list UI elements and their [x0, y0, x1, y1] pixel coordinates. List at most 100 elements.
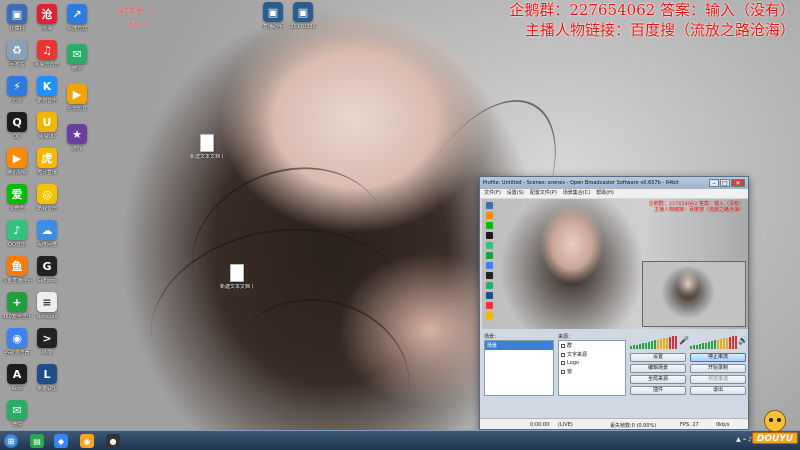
microphone-icon[interactable]: 🎤: [679, 336, 689, 345]
app-icon: 鱼: [7, 256, 27, 276]
taskbar-app-icon[interactable]: ◉: [80, 434, 94, 448]
desktop-icon[interactable]: 鱼斗鱼直播伴侣: [0, 256, 34, 284]
desktop-icon[interactable]: ◉ 谷歌浏览器: [0, 328, 34, 356]
desktop-icon[interactable]: ✉ 微信: [0, 400, 34, 428]
desktop-icon-label: 快捷方式: [66, 26, 87, 32]
banner-line-2: 主播人物链接：百度搜（流放之路沧海）: [524, 21, 795, 39]
source-item[interactable]: 窗: [559, 367, 625, 376]
taskbar-app-icon[interactable]: ▤: [30, 434, 44, 448]
stream-time: 0:00:00: [530, 422, 550, 428]
obs-title-bar[interactable]: Profile: Untitled - Scenes: scenes - Ope…: [480, 177, 748, 189]
preview-stream-button[interactable]: 预览串流: [690, 375, 746, 384]
system-tray[interactable]: ▲ ⌁ ♪: [736, 436, 752, 443]
cache-data-label: 缓存数据：0: [118, 8, 152, 15]
scene-item[interactable]: 场景: [485, 341, 553, 350]
text-file-icon[interactable]: 新建文本文档 (2): [220, 264, 254, 290]
obs-menu-bar: 文件(F) 设置(S) 配置文件(P) 场景集合(C) 帮助(H): [480, 189, 748, 198]
obs-window[interactable]: Profile: Untitled - Scenes: scenes - Ope…: [479, 176, 749, 430]
douyu-mascot-icon: [764, 410, 786, 432]
desktop-icon[interactable]: A Aion: [0, 364, 34, 392]
checkbox-icon[interactable]: [561, 360, 565, 365]
app-icon: ✉: [67, 44, 87, 64]
minimize-button[interactable]: –: [709, 179, 719, 187]
checkbox-icon[interactable]: [561, 369, 565, 374]
exit-button[interactable]: 退出: [690, 386, 746, 395]
plugins-button[interactable]: 插件: [630, 386, 686, 395]
desktop-icon-label: 酷我音乐: [36, 206, 57, 212]
desktop-icon[interactable]: ▶ 腾讯视频: [0, 148, 34, 176]
menu-settings[interactable]: 设置(S): [507, 189, 524, 198]
stop-stream-button[interactable]: 停止串流: [690, 353, 746, 362]
preview-banner: 企鹅群：227654062 答案：输入（没有） 主播人物链接：百度搜（流放之路沧…: [648, 201, 744, 213]
desktop-icon[interactable]: Q QQ: [0, 112, 34, 140]
desktop-icon[interactable]: K 酷狗音乐: [30, 76, 64, 104]
app-icon: >: [37, 328, 57, 348]
document-icon: [230, 264, 244, 282]
desktop-icon-label: 腾讯视频: [6, 170, 27, 176]
desktop-icon[interactable]: ◎ 酷我音乐: [30, 184, 64, 212]
maximize-button[interactable]: □: [720, 179, 730, 187]
desktop-icon[interactable]: ▶ 迅雷影音: [60, 84, 94, 112]
desktop-icon[interactable]: +360安全卫士: [0, 292, 34, 320]
desktop-icon-label: 网易云音乐: [34, 62, 60, 68]
desktop-icon[interactable]: ↗ 快捷方式: [60, 4, 94, 32]
desktop-icon[interactable]: 沧沧海: [30, 4, 64, 32]
obs-taskbar-icon[interactable]: ●: [106, 434, 120, 448]
desktop-icon[interactable]: ▣ 计算机: [0, 4, 34, 32]
app-icon: L: [37, 364, 57, 384]
app-icon: ▣: [263, 2, 283, 22]
desktop-icon[interactable]: ★ 游戏: [60, 124, 94, 152]
taskbar-app-icon[interactable]: ◆: [54, 434, 68, 448]
desktop-icon[interactable]: U 网易UU: [30, 112, 64, 140]
desktop-icon[interactable]: 虎虎牙直播: [30, 148, 64, 176]
source-item[interactable]: 群: [559, 341, 625, 350]
desktop-icon[interactable]: ▣ 20170330: [286, 2, 320, 30]
app-icon: ≡: [37, 292, 57, 312]
desktop-icon[interactable]: ☁ 百度网盘: [30, 220, 64, 248]
mic-volume-meter[interactable]: [630, 335, 677, 349]
edit-scene-button[interactable]: 编辑场景: [630, 364, 686, 373]
checkbox-icon[interactable]: [561, 352, 565, 357]
source-item[interactable]: 文字来源: [559, 350, 625, 359]
app-icon: ◎: [37, 184, 57, 204]
menu-file[interactable]: 文件(F): [484, 189, 501, 198]
start-button[interactable]: ⊞: [4, 434, 18, 448]
desktop-icon[interactable]: ♫ 网易云音乐: [30, 40, 64, 68]
desktop-icon[interactable]: ≡ Notepad: [30, 292, 64, 320]
app-icon: ▶: [67, 84, 87, 104]
desktop-icon[interactable]: ♻ 回收站: [0, 40, 34, 68]
desktop-icon[interactable]: ⚡ 迅雷: [0, 76, 34, 104]
menu-help[interactable]: 帮助(H): [596, 189, 614, 198]
text-file-icon[interactable]: 新建文本文档 (3): [190, 134, 224, 160]
desktop-icon-label: 斗鱼直播伴侣: [1, 278, 32, 284]
speaker-icon[interactable]: 🔊: [738, 336, 748, 345]
obs-status-bar: 0:00:00 (LIVE) 丢失帧数:0 (0.00%) FPS: 27 0k…: [480, 418, 748, 429]
scenes-list[interactable]: 场景: [484, 340, 554, 396]
desktop-icon[interactable]: ♪ QQ音乐: [0, 220, 34, 248]
menu-profiles[interactable]: 配置文件(P): [530, 189, 557, 198]
desktop-icon[interactable]: > 终端: [30, 328, 64, 356]
sources-list[interactable]: 群 文字来源 Logo 窗: [558, 340, 626, 396]
menu-scene-collection[interactable]: 场景集合(C): [563, 189, 590, 198]
desktop-volume-meter[interactable]: [690, 335, 737, 349]
desktop-icon[interactable]: ✉ 微信: [60, 44, 94, 72]
close-button[interactable]: ✕: [731, 179, 745, 187]
global-sources-button[interactable]: 全局来源: [630, 375, 686, 384]
obs-preview[interactable]: 企鹅群：227654062 答案：输入（没有） 主播人物链接：百度搜（流放之路沧…: [482, 199, 748, 329]
desktop-icon-label: GeForce: [36, 278, 58, 284]
desktop-icon[interactable]: 爱爱奇艺: [0, 184, 34, 212]
desktop-icon[interactable]: L 英雄联盟: [30, 364, 64, 392]
checkbox-icon[interactable]: [561, 343, 565, 348]
start-recording-button[interactable]: 开始录制: [690, 364, 746, 373]
settings-button[interactable]: 设置: [630, 353, 686, 362]
desktop-icon-label: Aion: [11, 386, 23, 392]
desktop-icon-label: 游戏: [71, 146, 82, 152]
app-icon: ☁: [37, 220, 57, 240]
desktop-icon[interactable]: ▣ 直播助手: [256, 2, 290, 30]
desktop-icon-label: 网易UU: [38, 134, 56, 140]
app-icon: 沧: [37, 4, 57, 24]
source-item[interactable]: Logo: [559, 359, 625, 367]
desktop-icon-label: 回收站: [9, 62, 25, 68]
desktop: 缓存数据：0 系统：0 企鹅群：227654062 答案：输入（没有） 主播人物…: [0, 0, 800, 450]
desktop-icon[interactable]: G GeForce: [30, 256, 64, 284]
